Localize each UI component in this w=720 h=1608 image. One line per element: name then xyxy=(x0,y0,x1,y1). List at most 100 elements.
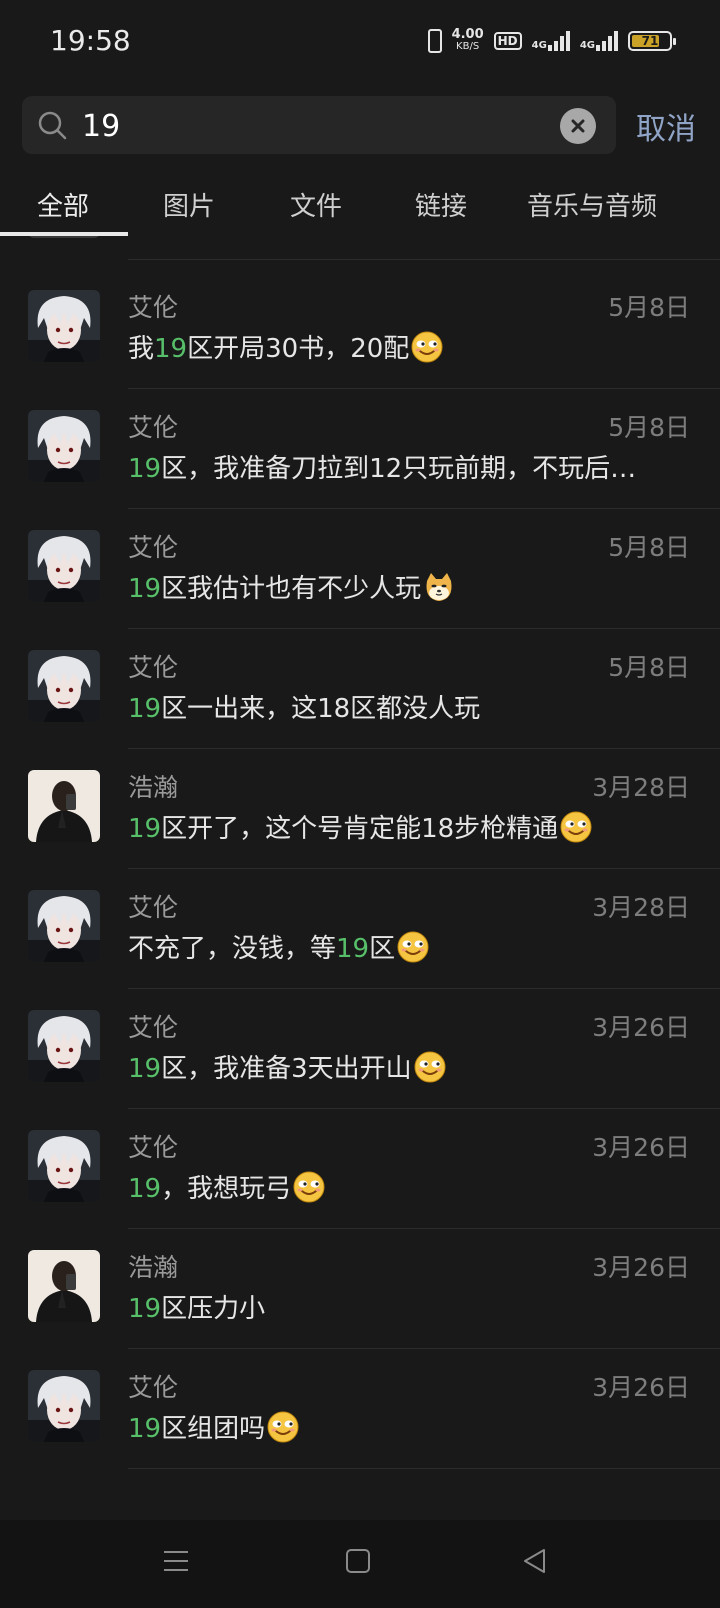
message-snippet: 19区我估计也有不少人玩 xyxy=(128,568,648,605)
avatar[interactable] xyxy=(28,770,100,842)
message-date: 3月26日 xyxy=(592,1133,690,1162)
network-speed-value: 4.00 xyxy=(451,27,484,42)
snippet-after: 区开了，这个号肯定能18步枪精通 xyxy=(161,814,559,844)
sender-name: 浩瀚 xyxy=(128,773,179,802)
keyword-highlight: 19 xyxy=(128,694,162,724)
search-result-item[interactable]: 艾伦 5月8日 19区，我准备刀拉到12只玩前期，不玩后… xyxy=(0,386,720,509)
tab-music-audio[interactable]: 音乐与音频 xyxy=(527,186,657,223)
message-snippet: 19，我想玩弓 xyxy=(128,1168,648,1205)
snippet-after: 区，我准备刀拉到12只玩前期，不玩后… xyxy=(161,454,637,484)
message-date: 5月8日 xyxy=(608,293,690,322)
search-icon xyxy=(38,111,67,140)
avatar[interactable] xyxy=(28,410,100,482)
hd-voice-icon: HD xyxy=(493,32,522,50)
tab-files[interactable]: 文件 xyxy=(290,186,342,223)
avatar[interactable] xyxy=(28,290,100,362)
sender-name: 艾伦 xyxy=(128,413,179,442)
snippet-after: 区压力小 xyxy=(161,1294,266,1324)
message-date: 3月26日 xyxy=(592,1253,690,1282)
search-result-item[interactable]: 艾伦 3月28日 不充了，没钱，等19区 xyxy=(0,866,720,989)
keyword-highlight: 19 xyxy=(336,934,370,964)
snippet-after: 区组团吗 xyxy=(161,1414,266,1444)
smirk-emoji-icon xyxy=(414,1051,446,1083)
cancel-button[interactable]: 取消 xyxy=(636,104,696,148)
message-snippet: 19区，我准备刀拉到12只玩前期，不玩后… xyxy=(128,448,648,485)
search-result-item[interactable]: 艾伦 3月26日 19区组团吗 xyxy=(0,1346,720,1469)
keyword-highlight: 19 xyxy=(128,1414,162,1444)
status-icons: 4.00 KB/S HD 4G 4G 71 xyxy=(427,26,676,56)
search-result-item[interactable]: 浩瀚 3月26日 19区压力小 xyxy=(0,1226,720,1349)
search-result-item[interactable]: 艾伦 5月8日我19区开局30书，20配 xyxy=(0,266,720,389)
keyword-highlight: 19 xyxy=(128,1054,162,1084)
signal-icon-sim1: 4G xyxy=(532,31,570,51)
snippet-after: ，我想玩弓 xyxy=(161,1174,292,1204)
sim1-label: 4G xyxy=(531,40,547,51)
doge-emoji-icon xyxy=(426,573,452,601)
avatar[interactable] xyxy=(28,530,100,602)
message-date: 3月26日 xyxy=(592,1013,690,1042)
search-result-item[interactable]: 浩瀚 3月28日 19区开了，这个号肯定能18步枪精通 xyxy=(0,746,720,869)
message-snippet: 19区，我准备3天出开山 xyxy=(128,1048,648,1085)
snippet-after: 区我估计也有不少人玩 xyxy=(161,574,422,604)
network-speed-unit: KB/S xyxy=(456,41,480,52)
message-date: 3月28日 xyxy=(592,893,690,922)
signal-icon-sim2: 4G xyxy=(580,31,618,51)
clear-search-button[interactable] xyxy=(560,108,596,144)
snippet-after: 区 xyxy=(369,934,396,964)
sender-name: 艾伦 xyxy=(128,293,179,322)
sender-name: 艾伦 xyxy=(128,533,179,562)
search-result-item[interactable]: 艾伦 3月26日 19，我想玩弓 xyxy=(0,1106,720,1229)
tab-all[interactable]: 全部 xyxy=(37,186,89,223)
message-snippet: 我19区开局30书，20配 xyxy=(128,328,648,365)
sender-name: 艾伦 xyxy=(128,653,179,682)
sender-name: 艾伦 xyxy=(128,1133,179,1162)
status-bar: 19:58 4.00 KB/S HD 4G 4G 71 xyxy=(0,0,720,82)
smirk-emoji-icon xyxy=(267,1411,299,1443)
sender-name: 艾伦 xyxy=(128,893,179,922)
network-speed: 4.00 KB/S xyxy=(451,27,484,53)
message-snippet: 19区开了，这个号肯定能18步枪精通 xyxy=(128,808,648,845)
search-result-item[interactable]: 艾伦 3月26日 19区，我准备3天出开山 xyxy=(0,986,720,1109)
keyword-highlight: 19 xyxy=(128,814,162,844)
message-date: 5月8日 xyxy=(608,533,690,562)
tab-images[interactable]: 图片 xyxy=(163,186,215,223)
sender-name: 浩瀚 xyxy=(128,1253,179,1282)
back-triangle-icon[interactable] xyxy=(522,1548,546,1574)
message-date: 5月8日 xyxy=(608,413,690,442)
filter-tabs: 全部 图片 文件 链接 音乐与音频 xyxy=(0,176,720,236)
battery-icon: 71 xyxy=(628,31,676,51)
home-square-icon[interactable] xyxy=(346,1548,370,1574)
search-result-item[interactable]: 艾伦 5月8日 19区我估计也有不少人玩 xyxy=(0,506,720,629)
keyword-highlight: 19 xyxy=(128,1294,162,1324)
message-date: 3月26日 xyxy=(592,1373,690,1402)
tab-links[interactable]: 链接 xyxy=(415,186,467,223)
keyword-highlight: 19 xyxy=(154,334,188,364)
smirk-emoji-icon xyxy=(411,331,443,363)
message-snippet: 19区一出来，这18区都没人玩 xyxy=(128,688,648,725)
close-icon xyxy=(571,119,585,133)
search-input[interactable] xyxy=(80,102,554,150)
smirk-emoji-icon xyxy=(560,811,592,843)
avatar[interactable] xyxy=(28,1130,100,1202)
message-date: 5月8日 xyxy=(608,653,690,682)
divider xyxy=(128,1468,720,1469)
message-snippet: 19区压力小 xyxy=(128,1288,648,1325)
menu-icon[interactable] xyxy=(163,1548,189,1574)
snippet-after: 区开局30书，20配 xyxy=(187,334,410,364)
partial-list-item[interactable] xyxy=(0,236,720,266)
avatar[interactable] xyxy=(28,1370,100,1442)
avatar[interactable] xyxy=(28,1250,100,1322)
snippet-before: 我 xyxy=(128,334,155,364)
keyword-highlight: 19 xyxy=(128,574,162,604)
avatar[interactable] xyxy=(28,890,100,962)
battery-level: 71 xyxy=(641,34,659,48)
vibrate-icon xyxy=(427,29,442,53)
sim2-label: 4G xyxy=(579,40,595,51)
search-results-list[interactable]: 艾伦 5月8日 我19区开局30书，20配 艾伦 5月8日 19区，我准备刀拉到12只玩前… xyxy=(0,236,720,1520)
search-bar xyxy=(22,96,616,154)
snippet-after: 区一出来，这18区都没人玩 xyxy=(161,694,481,724)
avatar[interactable] xyxy=(28,1010,100,1082)
search-result-item[interactable]: 艾伦 5月8日 19区一出来，这18区都没人玩 xyxy=(0,626,720,749)
snippet-after: 区，我准备3天出开山 xyxy=(161,1054,412,1084)
avatar[interactable] xyxy=(28,650,100,722)
